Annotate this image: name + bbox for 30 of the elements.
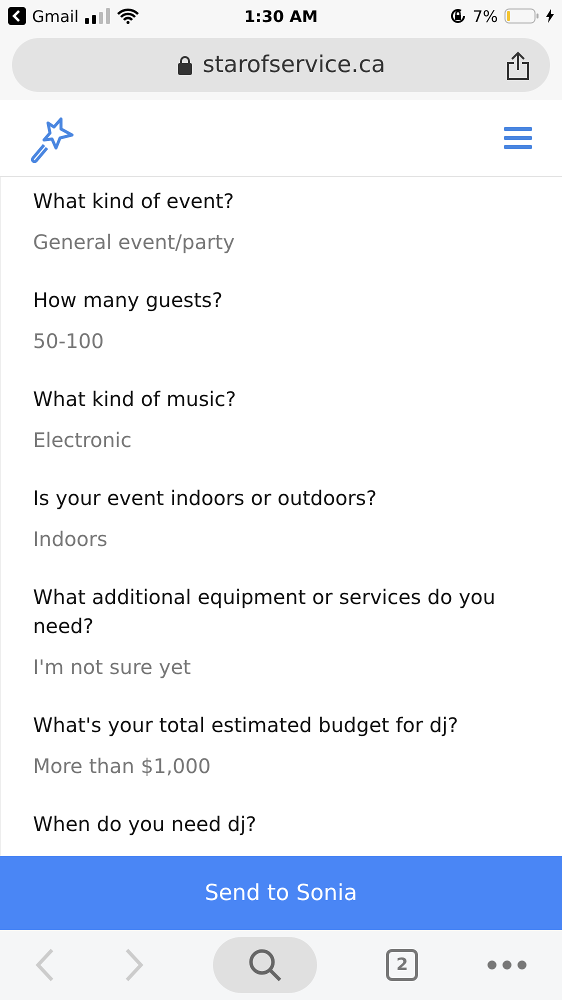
tabs-button[interactable]: 2 [386,949,418,981]
back-app-icon[interactable] [8,7,26,25]
search-icon [246,947,283,983]
answer-text: General event/party [33,230,236,254]
address-bar[interactable]: starofservice.ca [12,38,550,92]
menu-icon[interactable] [504,126,532,150]
clock-time: 1:30 AM [244,6,318,26]
question-label: When do you need dj? [33,811,258,838]
answer-text: 50-100 [33,329,105,353]
more-icon[interactable] [487,960,528,970]
url-text: starofservice.ca [202,52,386,78]
signal-icon [84,8,111,24]
question-label: Is your event indoors or outdoors? [33,485,378,512]
answer-text: I'm not sure yet [33,655,192,679]
back-app-label[interactable]: Gmail [32,6,79,26]
question-label: How many guests? [33,287,224,314]
answer-text: More than $1,000 [33,754,212,778]
question-label: What's your total estimated budget for dj? [33,712,460,739]
question-label: What kind of music? [33,386,238,413]
lock-icon [176,55,193,75]
question-label: What additional equipment or services do you need? [33,584,496,640]
battery-icon [504,8,540,24]
battery-percent: 7% [472,6,498,26]
question-label: What kind of event? [33,188,235,215]
rotation-lock-icon [448,7,467,25]
share-icon[interactable] [506,51,530,81]
answer-text: Electronic [33,428,133,452]
answer-text: Indoors [33,527,108,551]
wifi-icon [116,8,139,24]
charging-icon [546,9,554,23]
